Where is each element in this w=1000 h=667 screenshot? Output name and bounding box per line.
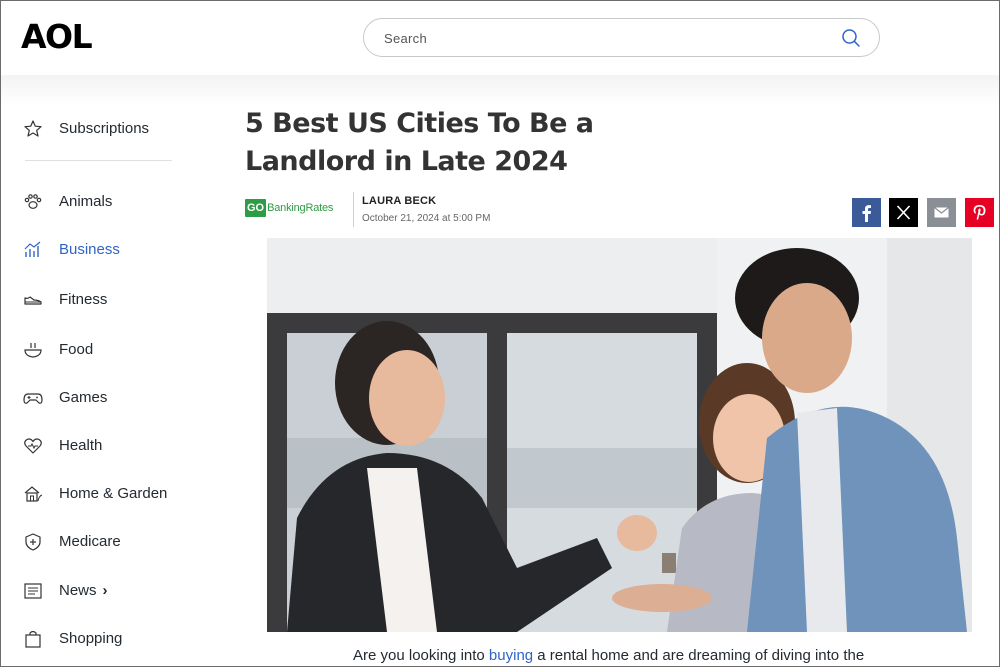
header-shadow: [1, 75, 999, 105]
pinterest-icon: [973, 205, 986, 220]
sidebar-item-subscriptions[interactable]: Subscriptions: [1, 113, 201, 143]
search-icon[interactable]: [841, 28, 861, 48]
mail-icon: [934, 207, 949, 218]
search-box[interactable]: [363, 18, 880, 57]
share-pinterest-button[interactable]: [965, 198, 994, 227]
source-logo[interactable]: GO BankingRates: [245, 198, 333, 218]
sidebar-item-label: Shopping: [59, 630, 123, 647]
hero-illustration: [267, 238, 972, 632]
sidebar-item-animals[interactable]: Animals: [1, 186, 201, 216]
sidebar-item-health[interactable]: Health: [1, 430, 201, 460]
sidebar-item-games[interactable]: Games: [1, 382, 201, 412]
paw-icon: [24, 194, 42, 209]
sidebar-item-label: Animals: [59, 193, 113, 210]
chart-icon: [24, 241, 41, 257]
source-logo-name: BankingRates: [267, 202, 334, 214]
sidebar-item-label: Business: [59, 241, 120, 258]
aol-logo[interactable]: AOL: [21, 17, 93, 57]
star-icon: [24, 120, 42, 137]
sidebar-item-news[interactable]: News ›: [1, 575, 201, 605]
sidebar-item-shopping[interactable]: Shopping: [1, 623, 201, 653]
newspaper-icon: [24, 583, 42, 599]
sidebar-item-medicare[interactable]: Medicare: [1, 526, 201, 556]
sidebar-item-label: Games: [59, 389, 108, 406]
sidebar-item-label: Medicare: [59, 533, 121, 550]
sidebar-divider: [25, 160, 172, 161]
publish-date: October 21, 2024 at 5:00 PM: [362, 213, 491, 224]
author-name[interactable]: LAURA BECK: [362, 195, 436, 207]
site-header: AOL: [1, 1, 999, 75]
share-email-button[interactable]: [927, 198, 956, 227]
sidebar-item-fitness[interactable]: Fitness: [1, 284, 201, 314]
sidebar-item-business[interactable]: Business: [1, 234, 201, 264]
share-x-button[interactable]: [889, 198, 918, 227]
search-input[interactable]: [384, 27, 824, 49]
heart-icon: [24, 438, 42, 454]
news-label-text: News: [59, 582, 97, 599]
bowl-icon: [24, 343, 42, 358]
sidebar-item-label: News ›: [59, 582, 108, 600]
sneaker-icon: [24, 296, 42, 305]
chevron-right-icon[interactable]: ›: [103, 582, 108, 600]
sidebar-item-label: Food: [59, 341, 94, 358]
bag-icon: [25, 630, 41, 648]
article-body-first-line: Are you looking into buying a rental hom…: [353, 647, 864, 664]
article-hero-image: [267, 238, 972, 632]
shield-plus-icon: [25, 533, 41, 551]
sidebar-item-label: Subscriptions: [59, 120, 150, 137]
gamepad-icon: [23, 393, 43, 404]
sidebar-item-label: Health: [59, 437, 103, 454]
body-text-segment: a rental home and are dreaming of diving…: [533, 647, 865, 664]
sidebar-item-label: Home & Garden: [59, 485, 168, 502]
x-icon: [896, 205, 911, 220]
article-title: 5 Best US Cities To Be a Landlord in Lat…: [245, 108, 594, 177]
sidebar-item-home-garden[interactable]: Home & Garden: [1, 478, 201, 508]
sidebar-item-label: Fitness: [59, 291, 108, 308]
sidebar-item-food[interactable]: Food: [1, 334, 201, 364]
facebook-icon: [862, 205, 871, 222]
body-text-segment: Are you looking into: [353, 647, 489, 664]
house-icon: [24, 486, 43, 502]
source-logo-go: GO: [245, 199, 267, 217]
share-facebook-button[interactable]: [852, 198, 881, 227]
byline-divider: [353, 192, 354, 227]
buying-link[interactable]: buying: [489, 647, 533, 664]
